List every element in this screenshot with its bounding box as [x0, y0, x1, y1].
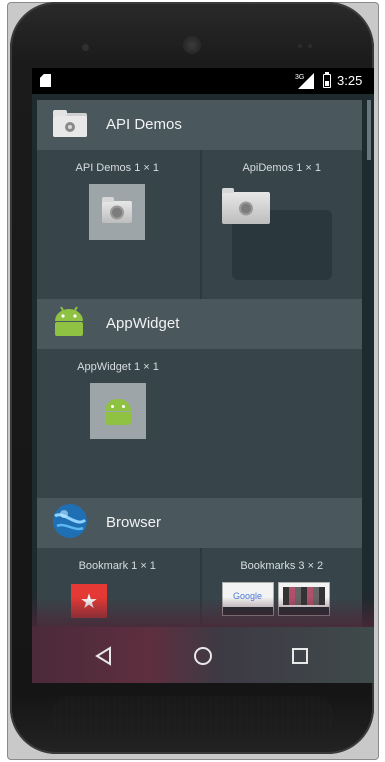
group-body-appwidget: AppWidget 1 × 1	[37, 349, 362, 498]
network-type-label: 3G	[295, 74, 304, 81]
earpiece-speaker	[183, 36, 201, 54]
widget-preview	[90, 383, 146, 439]
home-button[interactable]	[192, 645, 214, 667]
widget-tile[interactable]: AppWidget 1 × 1	[37, 349, 362, 498]
back-button[interactable]	[93, 645, 115, 667]
proximity-sensor	[298, 44, 312, 48]
scrollbar[interactable]	[367, 100, 371, 160]
widget-label: Bookmark 1 × 1	[78, 560, 156, 572]
widget-preview	[89, 184, 146, 240]
recents-button[interactable]	[289, 645, 311, 667]
front-camera	[82, 44, 89, 51]
folder-gear-large-icon	[221, 188, 274, 228]
group-body-api-demos: API Demos 1 × 1 ApiDemos 1 × 1	[37, 150, 362, 299]
sd-card-icon	[40, 74, 51, 87]
widget-tile[interactable]: API Demos 1 × 1	[37, 150, 198, 299]
group-header-api-demos: API Demos	[37, 100, 362, 150]
globe-icon	[51, 502, 89, 545]
folder-gear-icon	[102, 197, 133, 223]
group-title: Browser	[106, 514, 162, 531]
group-header-appwidget: AppWidget	[37, 299, 362, 349]
widget-list[interactable]: API Demos API Demos 1 × 1 ApiDemos 1 × 1	[37, 100, 362, 630]
bottom-speaker-grille	[50, 696, 334, 736]
widget-label: ApiDemos 1 × 1	[242, 162, 322, 174]
nav-gradient	[32, 597, 374, 627]
navigation-bar	[32, 627, 374, 683]
battery-icon	[323, 72, 331, 88]
android-icon	[103, 397, 133, 425]
group-title: API Demos	[106, 116, 182, 133]
widget-tile[interactable]: ApiDemos 1 × 1	[199, 150, 362, 299]
group-title: AppWidget	[106, 315, 180, 332]
widget-label: Bookmarks 3 × 2	[240, 560, 324, 572]
status-clock: 3:25	[337, 73, 363, 88]
signal-strength-icon: 3G	[295, 73, 314, 89]
phone-screen: 3G 3:25 API Demos API Demos 1 × 1 ApiDem…	[32, 68, 374, 683]
android-icon	[51, 305, 87, 344]
group-header-browser: Browser	[37, 498, 362, 548]
status-bar: 3G 3:25	[32, 68, 374, 94]
widget-label: API Demos 1 × 1	[75, 162, 159, 174]
folder-gear-icon	[51, 107, 89, 144]
widget-label: AppWidget 1 × 1	[77, 361, 159, 373]
